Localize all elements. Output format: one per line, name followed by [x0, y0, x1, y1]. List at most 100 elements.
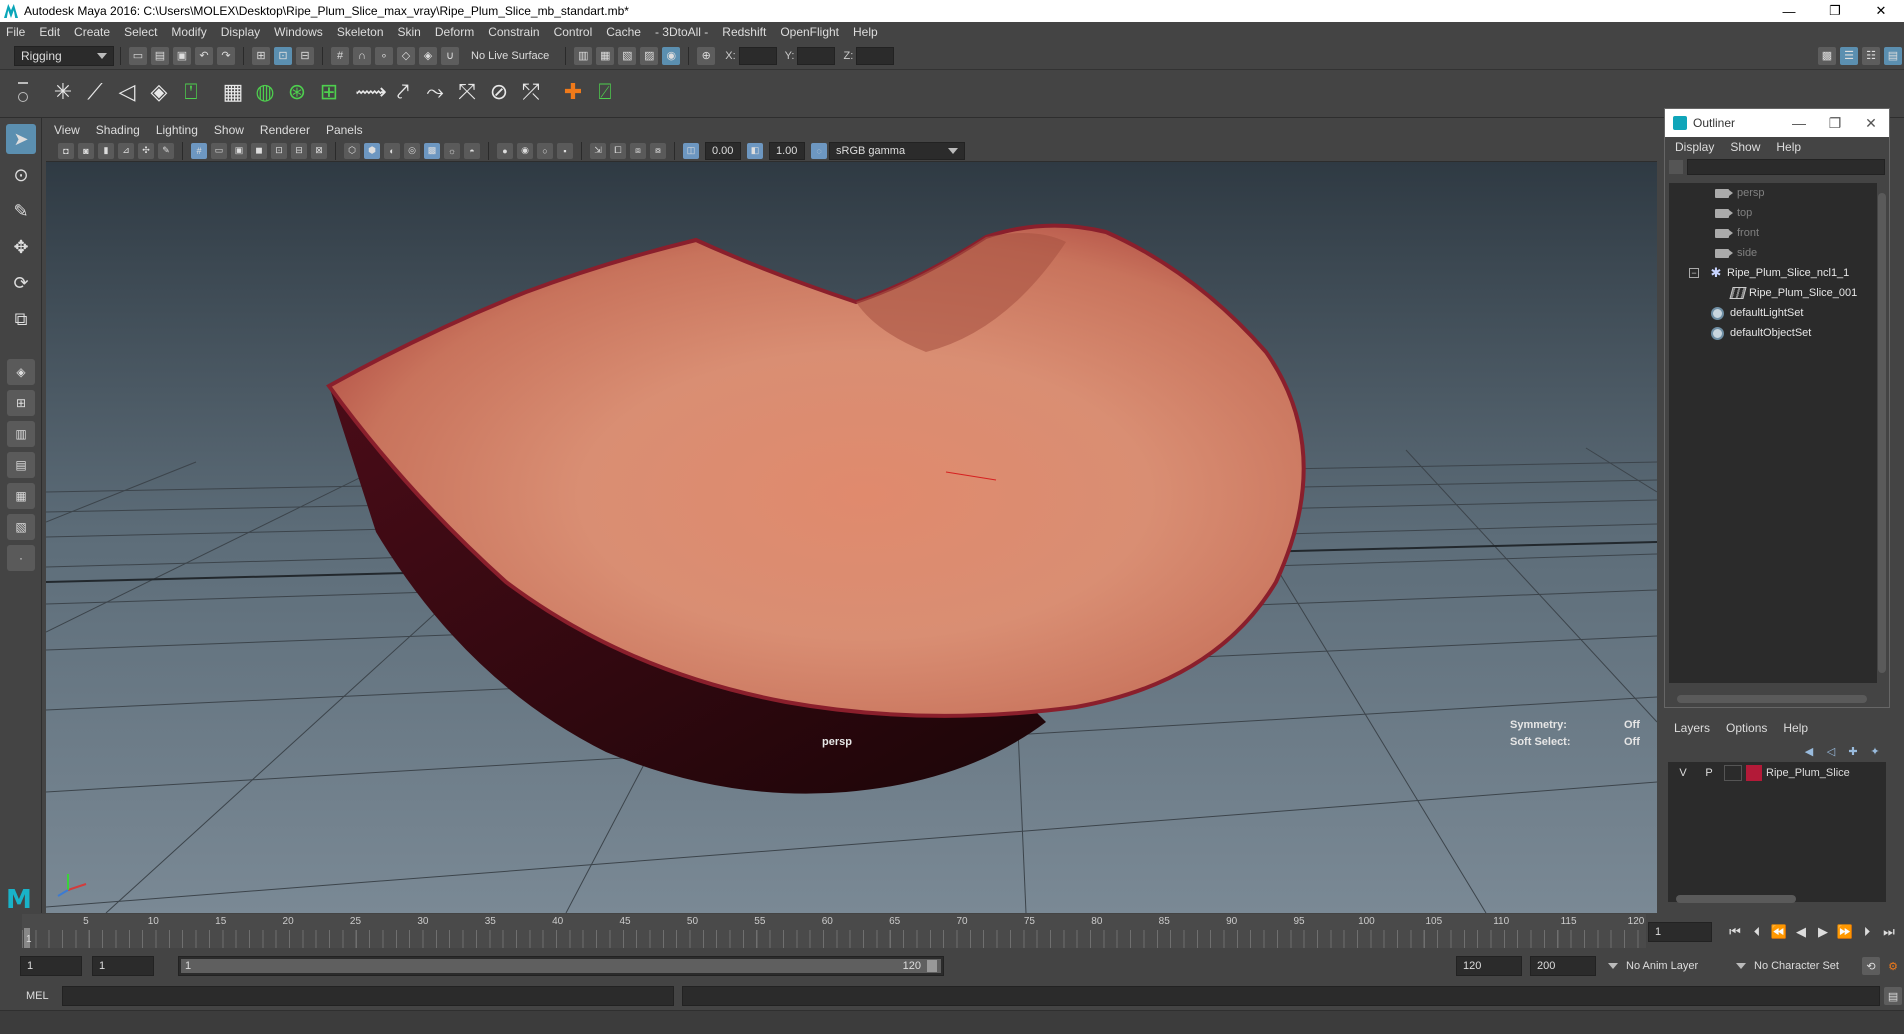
- menu-deform[interactable]: Deform: [435, 25, 474, 39]
- viewport-menu-shading[interactable]: Shading: [96, 123, 140, 137]
- x-ray-components-icon[interactable]: ⧇: [650, 142, 666, 159]
- live-surface-label[interactable]: No Live Surface: [471, 50, 549, 62]
- select-object-icon[interactable]: ⊡: [274, 46, 292, 65]
- outliner-item-side[interactable]: side: [1669, 243, 1877, 263]
- snap-grid-icon[interactable]: #: [331, 46, 349, 65]
- menu-skeleton[interactable]: Skeleton: [337, 25, 384, 39]
- viewport-menu-show[interactable]: Show: [214, 123, 244, 137]
- z-field[interactable]: [856, 46, 895, 65]
- point-constraint-icon[interactable]: ⟿: [355, 76, 387, 108]
- scale-constraint-icon[interactable]: ⤧: [452, 76, 482, 108]
- aim-constraint-icon[interactable]: ⤤: [388, 76, 418, 108]
- layer-visibility-toggle[interactable]: V: [1674, 764, 1692, 782]
- outliner-restore-button[interactable]: ❐: [1817, 115, 1853, 132]
- viewport-menu-renderer[interactable]: Renderer: [260, 123, 310, 137]
- channel-box-icon[interactable]: ▤: [1884, 46, 1902, 65]
- gamma-icon[interactable]: ◧: [747, 142, 763, 159]
- move-tool-icon[interactable]: ✥: [6, 232, 36, 262]
- range-slider-handle[interactable]: [927, 960, 937, 972]
- outliner-item-top[interactable]: top: [1669, 203, 1877, 223]
- depth-of-field-icon[interactable]: ▪: [557, 142, 573, 159]
- x-ray-joints-icon[interactable]: ⧈: [630, 142, 646, 159]
- outliner-item-default-light-set[interactable]: defaultLightSet: [1669, 303, 1877, 323]
- wireframe-icon[interactable]: ⬡: [344, 142, 360, 159]
- gamma-field[interactable]: 1.00: [769, 141, 805, 160]
- isolate-select-icon[interactable]: ⇲: [590, 142, 606, 159]
- menu-windows[interactable]: Windows: [274, 25, 323, 39]
- magnet-icon[interactable]: ∪: [441, 46, 459, 65]
- mirror-joint-icon[interactable]: ◈: [144, 76, 174, 108]
- viewport-persp[interactable]: persp Symmetry: Off Soft Select: Off: [46, 162, 1657, 913]
- y-field[interactable]: [797, 46, 836, 65]
- ik-spline-icon[interactable]: ◁: [112, 76, 142, 108]
- character-set-dropdown[interactable]: No Character Set: [1730, 956, 1860, 976]
- transform-mode-icon[interactable]: ⊕: [697, 46, 716, 65]
- collapse-toggle[interactable]: −: [1689, 268, 1699, 278]
- search-options-icon[interactable]: [1669, 160, 1683, 174]
- render-frame-icon[interactable]: ▦: [596, 46, 615, 65]
- layer-display-type-toggle[interactable]: [1724, 765, 1742, 781]
- joint-tool-icon[interactable]: ✳: [48, 76, 78, 108]
- go-to-end-icon[interactable]: ⏭: [1878, 922, 1900, 942]
- animation-end-field[interactable]: 200: [1530, 956, 1596, 976]
- time-slider[interactable]: 5 10 15 20 25 30 35 40 45 50 55 60 65 70 75 80 85 90 95 100…: [22, 914, 1646, 948]
- menu-3dtoall[interactable]: - 3DtoAll -: [655, 25, 708, 39]
- snap-surface-icon[interactable]: ◈: [419, 46, 437, 65]
- view-transform-dropdown[interactable]: sRGB gamma: [829, 141, 965, 160]
- smooth-shade-icon[interactable]: ⬢: [364, 142, 380, 159]
- four-pane-layout-icon[interactable]: ⊞: [7, 390, 35, 416]
- orient-constraint-icon[interactable]: ⤳: [420, 76, 450, 108]
- hypershade-layout-icon[interactable]: ▦: [7, 483, 35, 509]
- snap-view-icon[interactable]: ◇: [397, 46, 415, 65]
- safe-title-icon[interactable]: ⊠: [311, 142, 327, 159]
- layer-menu-layers[interactable]: Layers: [1674, 721, 1710, 735]
- minimize-button[interactable]: —: [1766, 0, 1812, 22]
- hypershade-icon[interactable]: ◉: [662, 46, 681, 65]
- select-hierarchy-icon[interactable]: ⊞: [252, 46, 270, 65]
- outliner-close-button[interactable]: ✕: [1853, 115, 1889, 132]
- command-input[interactable]: [61, 986, 674, 1006]
- go-to-start-icon[interactable]: ⏮: [1724, 922, 1746, 942]
- scale-tool-icon[interactable]: ⧉: [6, 304, 36, 334]
- gate-mask-icon[interactable]: ◼: [251, 142, 267, 159]
- menu-constrain[interactable]: Constrain: [488, 25, 539, 39]
- menu-modify[interactable]: Modify: [171, 25, 206, 39]
- layer-color-swatch[interactable]: [1746, 765, 1762, 781]
- playback-start-field[interactable]: 1: [92, 956, 154, 976]
- viewport-menu-lighting[interactable]: Lighting: [156, 123, 198, 137]
- menu-skin[interactable]: Skin: [398, 25, 421, 39]
- outliner-persp-layout-icon[interactable]: ▥: [7, 421, 35, 447]
- menu-file[interactable]: File: [6, 25, 25, 39]
- menu-edit[interactable]: Edit: [39, 25, 60, 39]
- cluster-icon[interactable]: ◍: [250, 76, 280, 108]
- redo-icon[interactable]: ↷: [217, 46, 235, 65]
- snap-point-icon[interactable]: ∘: [375, 46, 393, 65]
- x-field[interactable]: [738, 46, 777, 65]
- layer-playback-toggle[interactable]: P: [1700, 764, 1718, 782]
- tool-settings-icon[interactable]: ☷: [1862, 46, 1880, 65]
- menu-redshift[interactable]: Redshift: [722, 25, 766, 39]
- new-layer-icon[interactable]: ✚: [1844, 745, 1862, 758]
- outliner-menu-help[interactable]: Help: [1776, 140, 1801, 154]
- default-material-icon[interactable]: ◐: [384, 142, 400, 159]
- wrap-deformer-icon[interactable]: ⊛: [282, 76, 312, 108]
- menu-select[interactable]: Select: [124, 25, 157, 39]
- resolution-gate-icon[interactable]: ▣: [231, 142, 247, 159]
- x-ray-icon[interactable]: ⧠: [610, 142, 626, 159]
- parent-constraint-icon[interactable]: ⊘: [484, 76, 514, 108]
- textured-icon[interactable]: ▩: [424, 142, 440, 159]
- shadows-icon[interactable]: ◓: [464, 142, 480, 159]
- lattice-icon[interactable]: ▦: [218, 76, 248, 108]
- close-button[interactable]: ✕: [1858, 0, 1904, 22]
- restore-button[interactable]: ❐: [1812, 0, 1858, 22]
- render-view-icon[interactable]: ▨: [640, 46, 659, 65]
- play-backwards-icon[interactable]: ◀: [1790, 922, 1812, 942]
- locator-icon[interactable]: ✚: [558, 76, 588, 108]
- modeling-toolkit-icon[interactable]: ▩: [1818, 46, 1836, 65]
- grease-pencil-icon[interactable]: ✎: [158, 142, 174, 159]
- 2d-pan-zoom-icon[interactable]: ✣: [138, 142, 154, 159]
- step-forward-icon[interactable]: ⏵: [1856, 922, 1878, 942]
- animation-prefs-icon[interactable]: ⚙: [1884, 957, 1902, 975]
- ipr-render-icon[interactable]: ▧: [618, 46, 637, 65]
- menu-control[interactable]: Control: [554, 25, 593, 39]
